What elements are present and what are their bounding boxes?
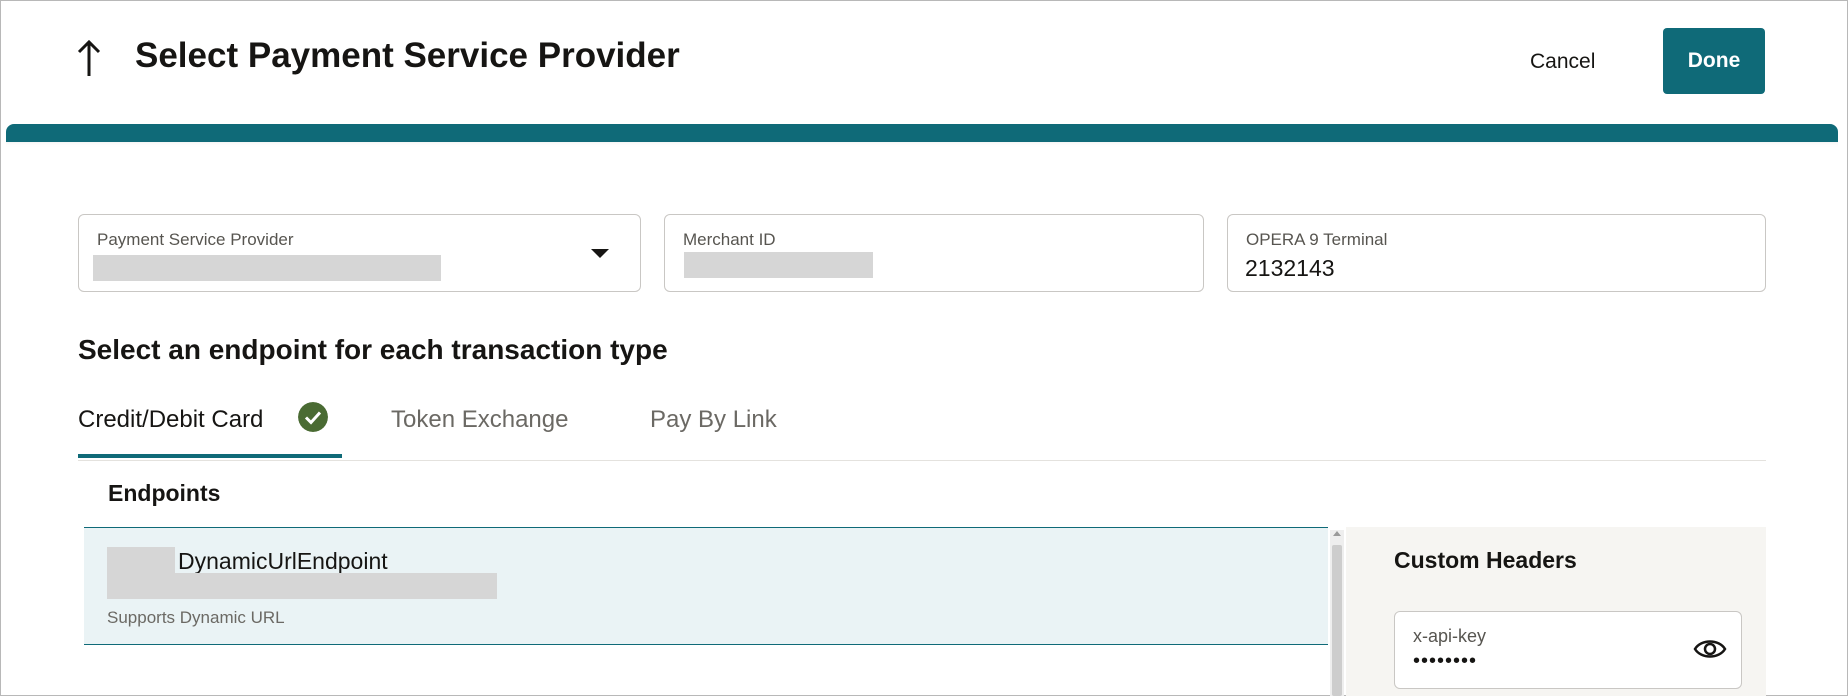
- check-circle-icon: [298, 402, 328, 432]
- scroll-up-icon[interactable]: [1333, 531, 1341, 536]
- scrollbar-thumb[interactable]: [1332, 545, 1342, 696]
- arrow-up-icon[interactable]: [76, 38, 102, 78]
- merchant-id-field[interactable]: Merchant ID: [664, 214, 1204, 292]
- tab-token-exchange[interactable]: Token Exchange: [391, 406, 568, 434]
- tab-pay-by-link[interactable]: Pay By Link: [650, 406, 777, 434]
- cancel-button[interactable]: Cancel: [1530, 40, 1595, 84]
- eye-icon[interactable]: [1693, 636, 1727, 662]
- custom-headers-panel: Custom Headers x-api-key ••••••••: [1346, 527, 1766, 696]
- terminal-label: OPERA 9 Terminal: [1246, 230, 1388, 249]
- active-tab-indicator: [78, 454, 342, 458]
- section-title: Select an endpoint for each transaction …: [78, 334, 668, 365]
- header-accent-bar: [6, 124, 1838, 142]
- merchant-id-label: Merchant ID: [683, 230, 776, 249]
- endpoint-url-redacted: [107, 573, 497, 599]
- psp-label: Payment Service Provider: [97, 230, 294, 249]
- terminal-field[interactable]: OPERA 9 Terminal 2132143: [1227, 214, 1766, 292]
- tab-label: Pay By Link: [650, 406, 777, 433]
- tab-label: Credit/Debit Card: [78, 406, 264, 433]
- chevron-down-icon[interactable]: [591, 249, 609, 258]
- merchant-id-value-redacted: [684, 252, 873, 278]
- header-value: ••••••••: [1413, 650, 1478, 672]
- endpoint-name: DynamicUrlEndpoint: [178, 548, 388, 574]
- transaction-type-tabs: Credit/Debit Card Token Exchange Pay By …: [78, 402, 1766, 461]
- terminal-value: 2132143: [1245, 255, 1335, 281]
- psp-select[interactable]: Payment Service Provider: [78, 214, 641, 292]
- endpoint-list-item[interactable]: DynamicUrlEndpoint Supports Dynamic URL: [84, 527, 1328, 645]
- page-title: Select Payment Service Provider: [135, 36, 680, 75]
- psp-value-redacted: [93, 255, 441, 281]
- header-field-x-api-key[interactable]: x-api-key ••••••••: [1394, 611, 1742, 689]
- tab-label: Token Exchange: [391, 406, 569, 433]
- header-key-label: x-api-key: [1413, 626, 1487, 646]
- endpoint-subtitle: Supports Dynamic URL: [107, 608, 285, 627]
- endpoints-heading: Endpoints: [108, 480, 221, 506]
- custom-headers-title: Custom Headers: [1394, 547, 1577, 573]
- endpoint-prefix-redacted: [107, 547, 175, 575]
- tab-credit-debit-card[interactable]: Credit/Debit Card: [78, 406, 263, 434]
- done-button[interactable]: Done: [1663, 28, 1765, 94]
